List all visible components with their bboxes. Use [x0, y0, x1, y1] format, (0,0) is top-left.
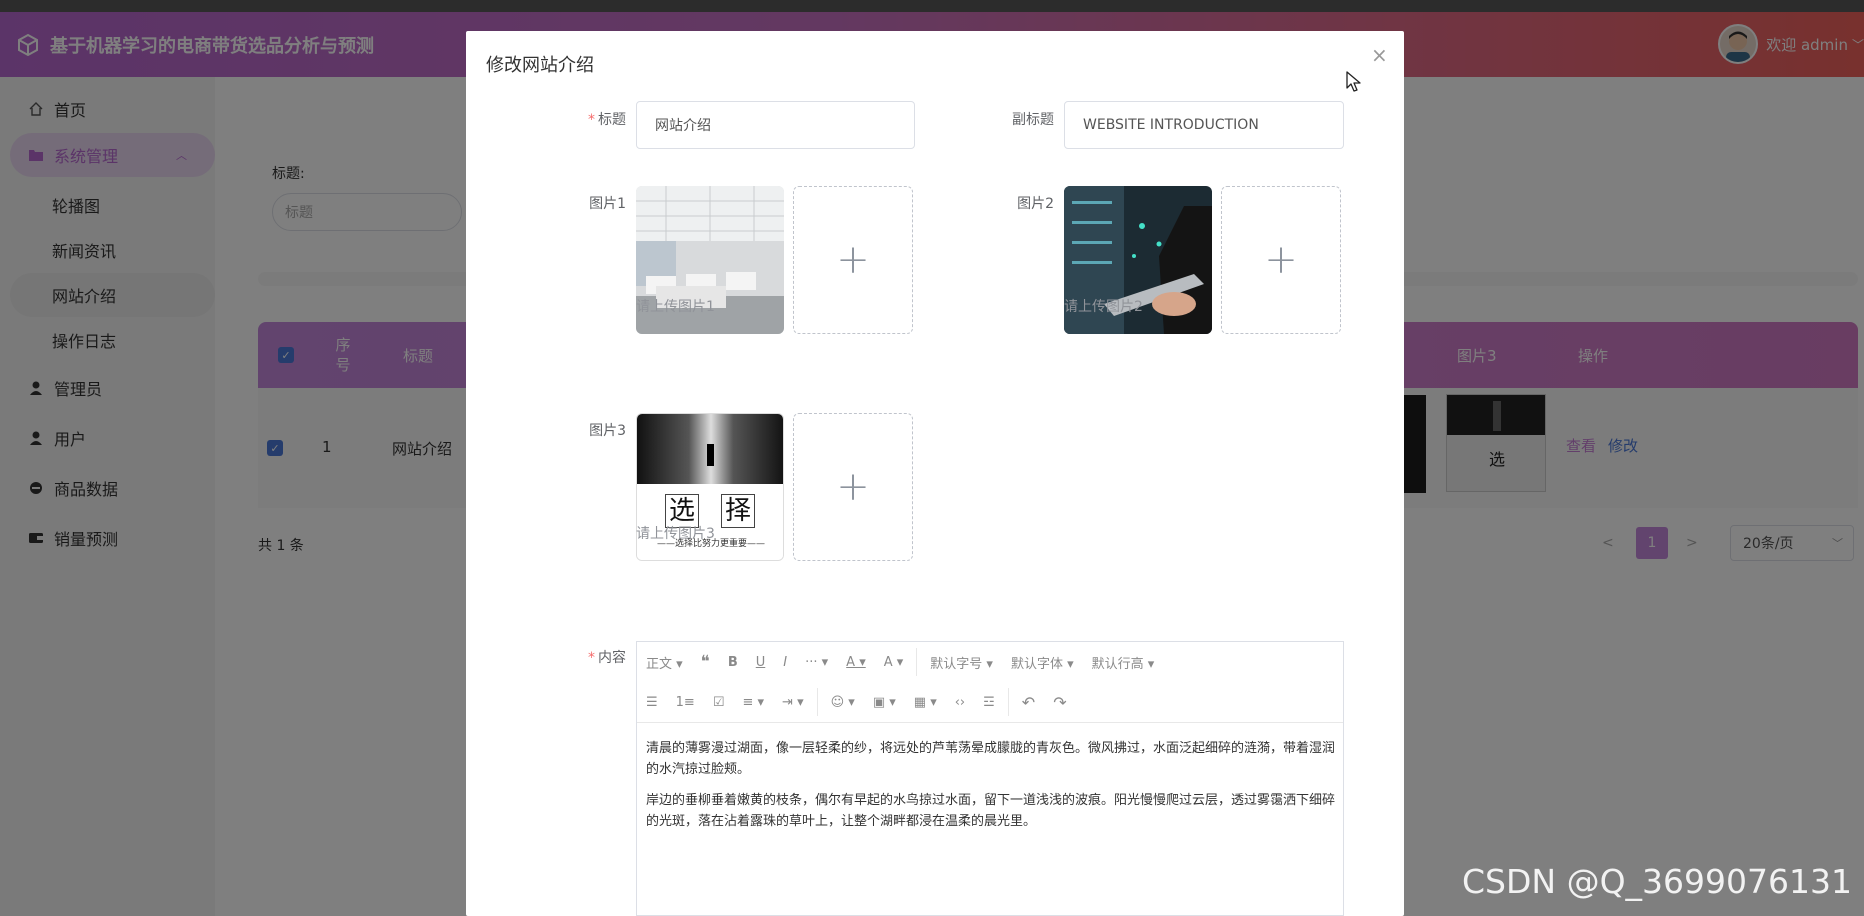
title-value: 网站介绍: [655, 118, 711, 134]
title-input[interactable]: 网站介绍: [636, 101, 915, 149]
pic3-label: 图片3: [589, 423, 626, 439]
content-paragraph: 岸边的垂柳垂着嫩黄的枝条，偶尔有早起的水鸟掠过水面，留下一道浅浅的波痕。阳光慢慢…: [646, 793, 1336, 829]
undo-icon[interactable]: ↶: [1013, 688, 1044, 716]
background-color-icon[interactable]: A ▾: [875, 648, 913, 676]
close-icon[interactable]: ×: [1371, 43, 1388, 67]
toolbar-divider: [1007, 688, 1009, 716]
paragraph-style-button[interactable]: 正文 ▾: [637, 648, 692, 676]
line-height-select[interactable]: 默认行高 ▾: [1083, 648, 1164, 676]
font-family-select[interactable]: 默认字体 ▾: [1002, 648, 1083, 676]
indent-icon[interactable]: ⇥ ▾: [773, 688, 813, 716]
italic-icon[interactable]: I: [774, 648, 796, 676]
pic2-hint: 请上传图片2: [1064, 299, 1143, 315]
top-strip: [0, 0, 1864, 12]
more-format-button[interactable]: ··· ▾: [796, 648, 837, 676]
rich-text-editor[interactable]: 正文 ▾ ❝ B U I ··· ▾ A ▾ A ▾ 默认字号 ▾ 默认字体 ▾…: [636, 641, 1344, 916]
image-icon[interactable]: ▣ ▾: [864, 688, 905, 716]
title-label: * 标题: [588, 112, 626, 128]
editor-toolbar-row1: 正文 ▾ ❝ B U I ··· ▾ A ▾ A ▾ 默认字号 ▾ 默认字体 ▾…: [637, 642, 1343, 682]
content-paragraph: 清晨的薄雾漫过湖面，像一层轻柔的纱，将远处的芦苇荡晕成朦胧的青灰色。微风拂过，水…: [646, 741, 1336, 777]
quote-icon[interactable]: ❝: [692, 648, 719, 676]
toolbar-divider: [916, 648, 918, 676]
subtitle-label: 副标题: [1012, 112, 1054, 128]
pic2-label: 图片2: [1017, 196, 1054, 212]
pic1-upload-button[interactable]: +: [793, 186, 913, 334]
pic3-hint: 请上传图片3: [636, 526, 715, 542]
redo-icon[interactable]: ↷: [1044, 688, 1075, 716]
pic2-upload-button[interactable]: +: [1221, 186, 1341, 334]
watermark: CSDN @Q_3699076131: [1462, 862, 1853, 901]
subtitle-value: WEBSITE INTRODUCTION: [1083, 117, 1259, 133]
editor-content[interactable]: 清晨的薄雾漫过湖面，像一层轻柔的纱，将远处的芦苇荡晕成朦胧的青灰色。微风拂过，水…: [646, 738, 1336, 842]
content-label: * 内容: [588, 650, 626, 666]
divider-line-icon[interactable]: ☲: [974, 688, 1004, 716]
todo-icon[interactable]: ☑: [704, 688, 734, 716]
font-color-icon[interactable]: A ▾: [837, 648, 875, 676]
pic3-upload-button[interactable]: +: [793, 413, 913, 561]
pic1-hint: 请上传图片1: [636, 299, 715, 315]
toolbar-divider: [816, 688, 818, 716]
bulleted-list-icon[interactable]: ☰: [637, 688, 667, 716]
numbered-list-icon[interactable]: 1≡: [667, 688, 704, 716]
dialog-title: 修改网站介绍: [486, 55, 594, 76]
underline-icon[interactable]: U: [747, 648, 775, 676]
pic3-char2: 择: [721, 494, 755, 528]
code-icon[interactable]: ‹›: [946, 688, 974, 716]
pic1-label: 图片1: [589, 196, 626, 212]
editor-toolbar-row2: ☰ 1≡ ☑ ≡ ▾ ⇥ ▾ ☺ ▾ ▣ ▾ ▦ ▾ ‹› ☲ ↶ ↷: [637, 682, 1343, 722]
emoji-icon[interactable]: ☺ ▾: [822, 688, 864, 716]
align-icon[interactable]: ≡ ▾: [733, 688, 773, 716]
mouse-cursor-icon: [1346, 71, 1361, 92]
subtitle-input[interactable]: WEBSITE INTRODUCTION: [1064, 101, 1344, 149]
toolbar-bottom-border: [637, 722, 1343, 723]
edit-dialog: 修改网站介绍 × * 标题 网站介绍 副标题 WEBSITE INTRODUCTI…: [466, 31, 1404, 916]
table-icon[interactable]: ▦ ▾: [905, 688, 946, 716]
font-size-select[interactable]: 默认字号 ▾: [921, 648, 1002, 676]
bold-icon[interactable]: B: [719, 648, 747, 676]
